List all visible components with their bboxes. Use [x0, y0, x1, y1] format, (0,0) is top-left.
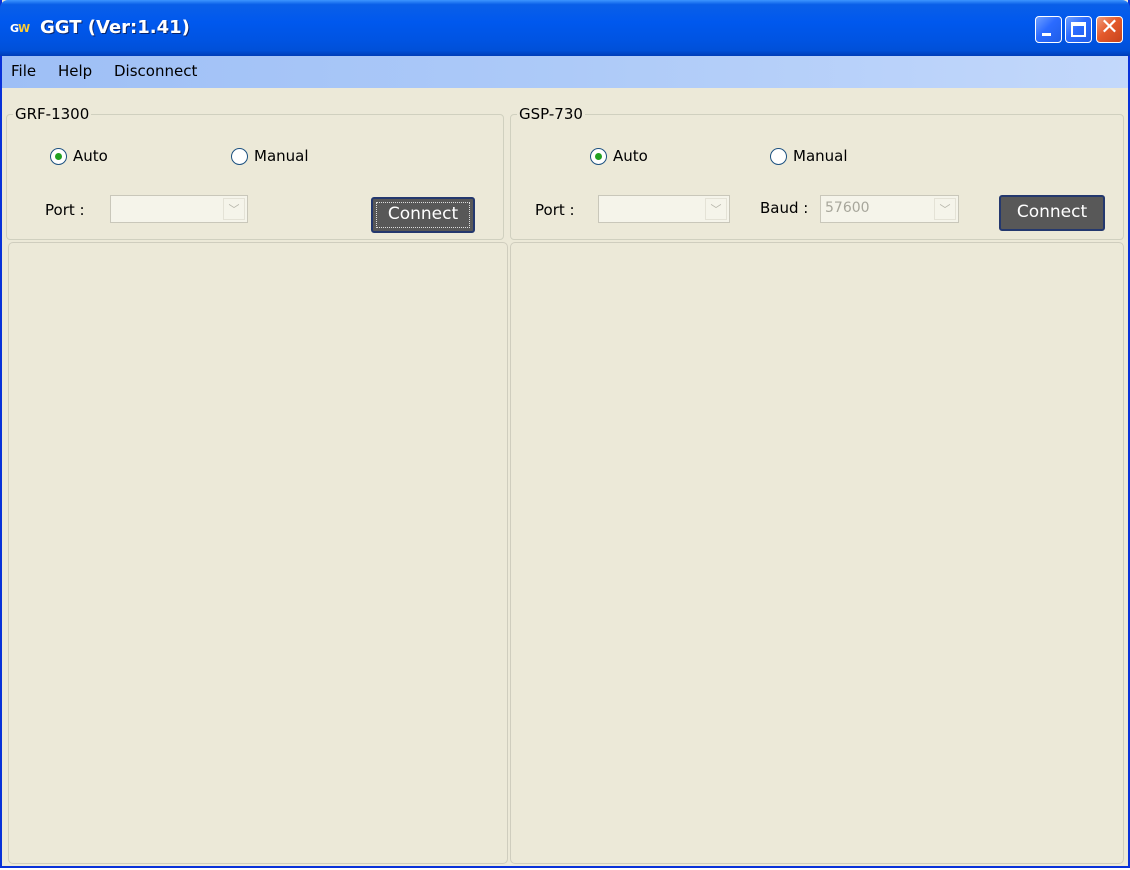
minimize-button[interactable] — [1035, 16, 1062, 43]
gsp-port-label: Port : — [535, 201, 575, 219]
close-icon: ✕ — [1100, 15, 1119, 40]
chevron-down-icon[interactable]: ﹀ — [705, 198, 727, 220]
gsp-730-group-label: GSP-730 — [517, 105, 585, 123]
grf-1300-panel — [8, 242, 508, 864]
window-title: GGT (Ver:1.41) — [40, 17, 190, 38]
gsp-baud-select[interactable]: 57600 ﹀ — [820, 195, 959, 223]
grf-auto-radio[interactable] — [50, 148, 67, 165]
grf-connect-button[interactable]: Connect — [371, 197, 475, 233]
gsp-connect-button[interactable]: Connect — [999, 195, 1105, 231]
gw-instek-icon[interactable]: GW — [10, 22, 36, 36]
chevron-down-icon[interactable]: ﹀ — [934, 198, 956, 220]
gsp-baud-value: 57600 — [825, 200, 870, 216]
radio-selected-dot — [595, 153, 602, 160]
chevron-down-icon[interactable]: ﹀ — [223, 198, 245, 220]
menu-help[interactable]: Help — [58, 62, 92, 80]
menu-bar: File Help Disconnect — [2, 56, 1128, 88]
gsp-730-groupbox: GSP-730 Auto Manual Port : ﹀ Baud : 5760… — [510, 105, 1124, 240]
radio-selected-dot — [55, 153, 62, 160]
grf-auto-label[interactable]: Auto — [73, 147, 108, 165]
maximize-icon — [1071, 22, 1086, 37]
gsp-auto-label[interactable]: Auto — [613, 147, 648, 165]
gsp-manual-radio[interactable] — [770, 148, 787, 165]
gsp-manual-label[interactable]: Manual — [793, 147, 848, 165]
gsp-port-select[interactable]: ﹀ — [598, 195, 730, 223]
gsp-baud-label: Baud : — [760, 199, 809, 217]
grf-1300-group-label: GRF-1300 — [13, 105, 92, 123]
close-button[interactable]: ✕ — [1096, 15, 1123, 43]
minimize-icon — [1042, 33, 1051, 36]
gsp-730-panel — [510, 242, 1124, 864]
grf-manual-radio[interactable] — [231, 148, 248, 165]
menu-disconnect[interactable]: Disconnect — [114, 62, 197, 80]
grf-port-select[interactable]: ﹀ — [110, 195, 248, 223]
gsp-auto-radio[interactable] — [590, 148, 607, 165]
maximize-button[interactable] — [1065, 16, 1092, 43]
grf-1300-groupbox: GRF-1300 Auto Manual Port : ﹀ Connect — [6, 105, 504, 240]
app-window: GW GGT (Ver:1.41) ✕ File Help Disconnect… — [0, 0, 1130, 868]
menu-file[interactable]: File — [11, 62, 36, 80]
grf-port-label: Port : — [45, 201, 85, 219]
title-bar[interactable]: GW GGT (Ver:1.41) ✕ — [0, 0, 1130, 56]
grf-manual-label[interactable]: Manual — [254, 147, 309, 165]
